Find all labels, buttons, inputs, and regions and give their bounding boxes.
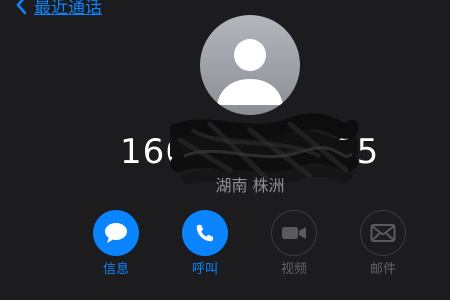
call-label: 呼叫 xyxy=(191,262,218,277)
call-button-circle xyxy=(182,210,228,256)
video-button[interactable]: 视频 xyxy=(264,210,324,278)
message-button-circle xyxy=(93,210,139,256)
avatar xyxy=(200,15,300,115)
mail-icon xyxy=(370,224,396,242)
message-button[interactable]: 信息 xyxy=(86,210,146,278)
action-row: 信息 呼叫 视频 邮件 xyxy=(0,210,450,290)
video-label: 视频 xyxy=(280,262,307,277)
back-label: 最近通话 xyxy=(34,0,102,18)
contact-detail-screen: 最近通话 166 85 湖南 株洲 信息 呼叫 视频 邮件 xyxy=(0,0,450,300)
number-location: 湖南 株洲 xyxy=(215,176,285,195)
phone-icon xyxy=(196,224,214,242)
video-button-circle xyxy=(271,210,317,256)
mail-button-circle xyxy=(360,210,406,256)
mail-label: 邮件 xyxy=(369,262,396,277)
mail-button[interactable]: 邮件 xyxy=(353,210,413,278)
call-button[interactable]: 呼叫 xyxy=(175,210,235,278)
message-icon xyxy=(105,223,127,243)
back-button[interactable]: 最近通话 xyxy=(14,0,102,18)
chevron-left-icon xyxy=(16,0,27,15)
video-icon xyxy=(282,227,306,239)
person-silhouette-icon xyxy=(217,39,283,105)
message-label: 信息 xyxy=(102,262,129,277)
